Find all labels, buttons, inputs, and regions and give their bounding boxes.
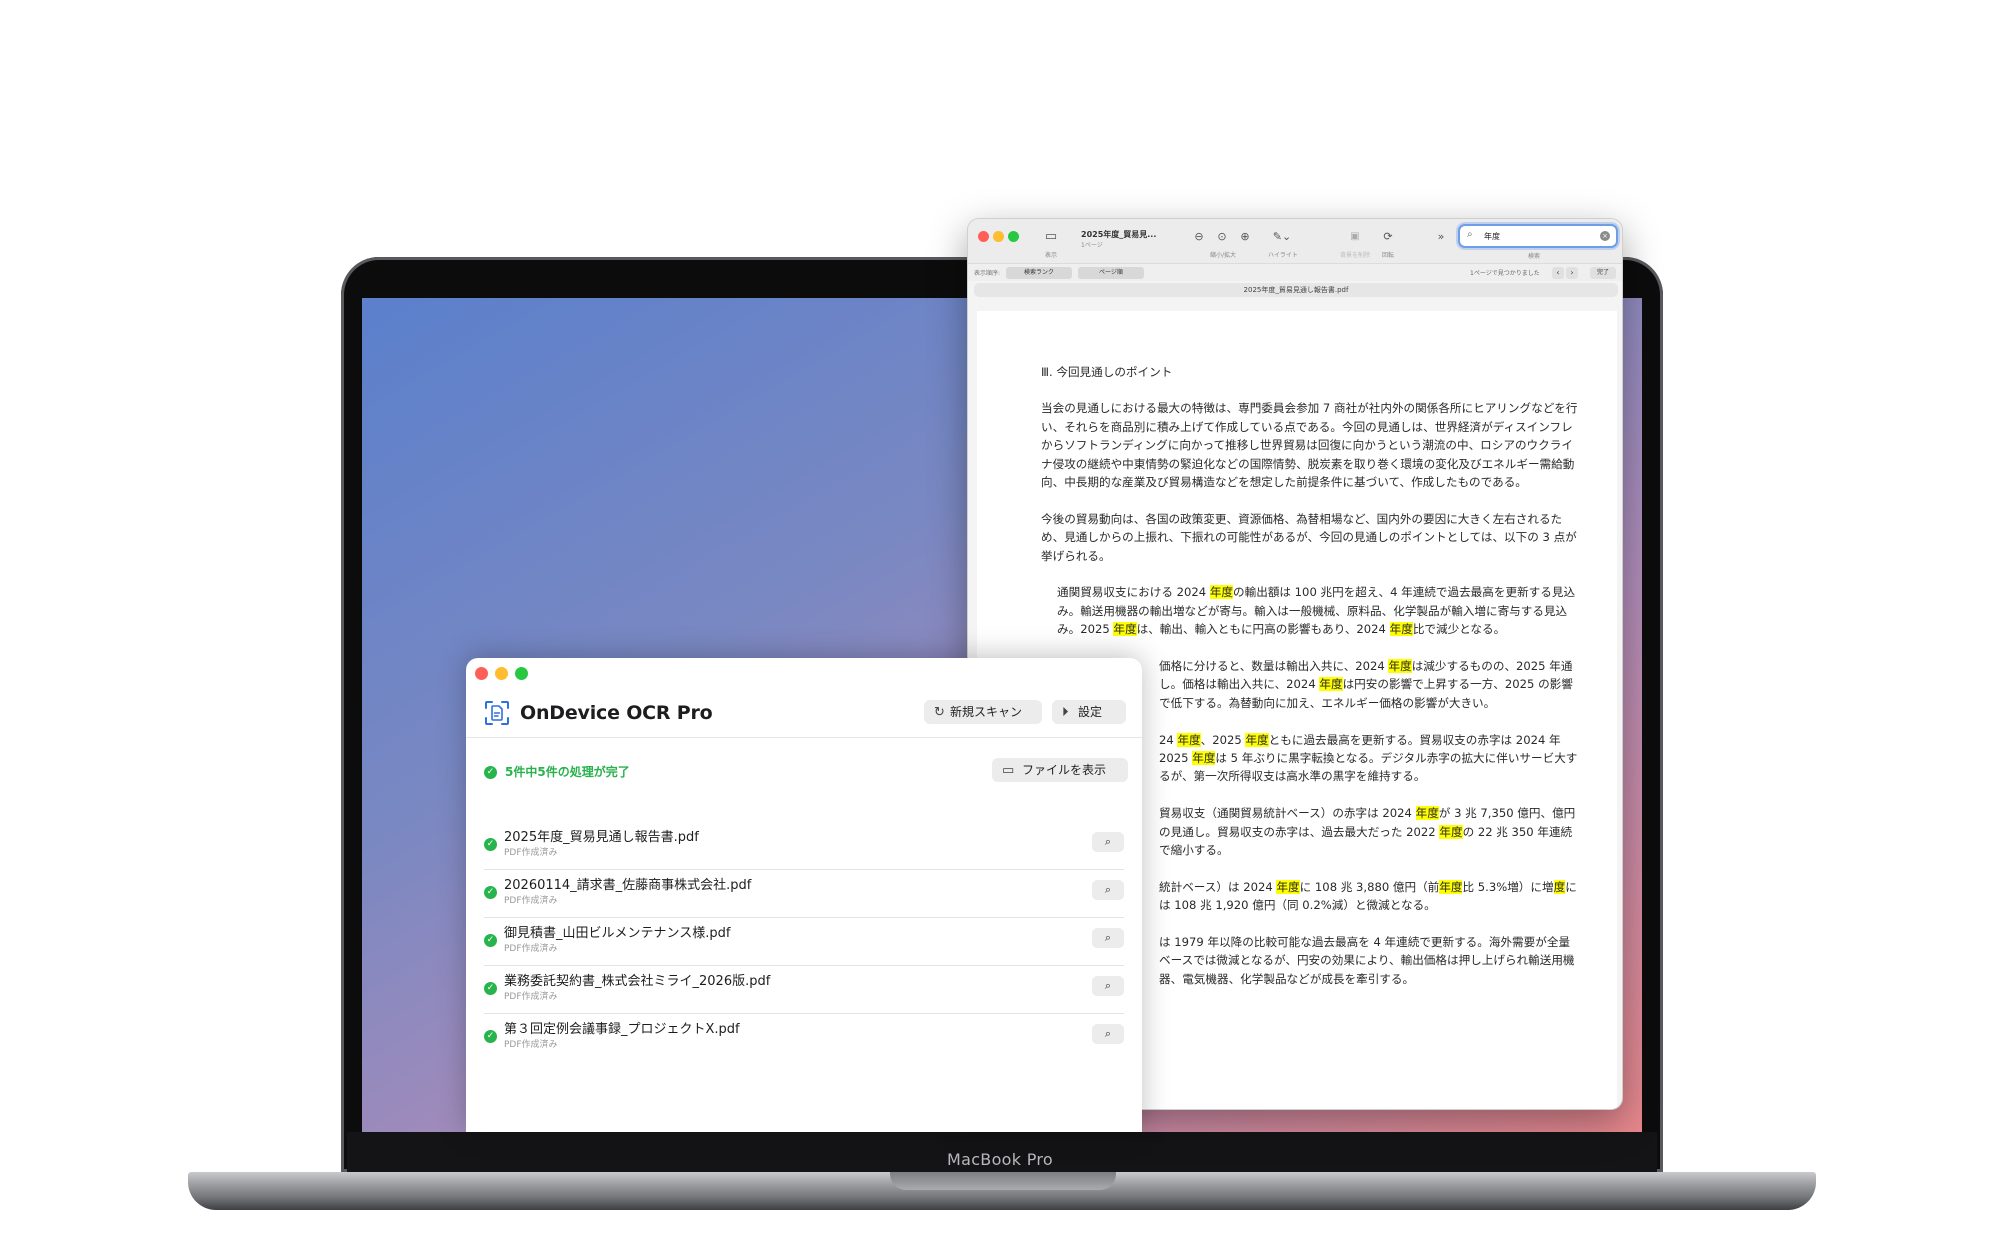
search-icon: ⌕ [1467,229,1473,240]
search-match: 年度 [1276,879,1300,894]
refresh-icon: ↻ [934,705,945,720]
file-name: 20260114_請求書_佐藤商事株式会社.pdf [504,878,752,893]
sort-by-rank-button[interactable]: 検索ランク [1006,267,1072,279]
checkmark-circle-icon: ✓ [484,1030,497,1043]
more-tools-icon[interactable]: » [1434,227,1448,247]
highlight-caption: ハイライト [1268,252,1298,259]
remove-background-icon[interactable]: ▣ [1346,227,1364,247]
file-status: PDF作成済み [504,992,558,1002]
checkmark-circle-icon: ✓ [484,838,497,851]
search-match: 年度 [1177,732,1201,747]
search-field[interactable]: ⌕ 年度 × [1458,224,1618,248]
rotate-icon[interactable]: ⟳ [1379,227,1397,247]
list-item[interactable]: ✓ 業務委託契約書_株式会社ミライ_2026版.pdf PDF作成済み ⌕ [484,966,1124,1014]
sort-by-page-button[interactable]: ページ順 [1078,267,1144,279]
show-files-label: ファイルを表示 [1022,763,1107,777]
checkmark-circle-icon: ✓ [484,982,497,995]
search-match: 年度 [1113,622,1137,637]
macbook-brand-label: MacBook Pro [947,1150,1053,1169]
paragraph-1: 当会の見通しにおける最大の特徴は、専門委員会参加 7 商社が社内外の関係各所にヒ… [1041,401,1578,490]
section-heading: Ⅲ. 今回見通しのポイント [1041,365,1173,379]
play-circle-icon: ⏵ [1062,705,1069,720]
file-status: PDF作成済み [504,944,558,954]
search-match: 年度 [1415,806,1439,821]
search-match: 年度 [1245,732,1269,747]
list-item[interactable]: ✓ 第３回定例会議事録_プロジェクトX.pdf PDF作成済み ⌕ [484,1014,1124,1062]
progress-status: ✓ 5件中5件の処理が完了 [484,763,630,780]
search-icon[interactable]: ⌕ [1092,832,1124,852]
search-match: 年度 [1319,677,1343,692]
list-item[interactable]: ✓ 20260114_請求書_佐藤商事株式会社.pdf PDF作成済み ⌕ [484,870,1124,918]
settings-button[interactable]: ⏵ 設定 [1052,700,1126,724]
next-result-button[interactable]: › [1566,267,1578,279]
file-list: ✓ 2025年度_貿易見通し報告書.pdf PDF作成済み ⌕ ✓ 202601… [484,822,1124,1062]
file-status: PDF作成済み [504,896,558,906]
checkmark-circle-icon: ✓ [484,934,497,947]
search-icon[interactable]: ⌕ [1092,1024,1124,1044]
preview-toolbar: ▭ 表示 2025年度_貿易見... 1ページ ⊖ ⊙ ⊕ 縮小/拡大 ✎⌄ ハ… [968,219,1622,263]
search-match: 年度 [1388,659,1412,674]
file-name: 2025年度_貿易見通し報告書.pdf [504,830,699,845]
show-files-button[interactable]: ▭ ファイルを表示 [992,758,1128,782]
document-tab[interactable]: 2025年度_貿易見通し報告書.pdf [974,283,1618,297]
search-match: 度 [1553,879,1566,894]
list-item[interactable]: ✓ 2025年度_貿易見通し報告書.pdf PDF作成済み ⌕ [484,822,1124,870]
ocr-app-window: OnDevice OCR Pro ↻ 新規スキャン ⏵ 設定 ✓ 5件中5件の処理が完… [466,658,1142,1132]
sort-order-label: 表示順序: [974,270,1001,277]
done-button[interactable]: 完了 [1590,267,1616,279]
minimize-button[interactable] [495,667,508,680]
file-status: PDF作成済み [504,1040,558,1050]
file-name: 第３回定例会議事録_プロジェクトX.pdf [504,1022,740,1037]
highlight-pen-icon[interactable]: ✎⌄ [1268,227,1296,247]
zoom-button[interactable] [515,667,528,680]
zoom-caption: 縮小/拡大 [1209,252,1237,259]
previous-result-button[interactable]: ‹ [1552,267,1564,279]
checkmark-circle-icon: ✓ [484,886,497,899]
search-input[interactable]: 年度 [1484,231,1500,242]
app-header: OnDevice OCR Pro ↻ 新規スキャン ⏵ 設定 [466,688,1142,738]
search-match: 年度 [1439,824,1463,839]
search-icon[interactable]: ⌕ [1092,928,1124,948]
search-result-count: 1ページで見つかりました [1470,270,1540,277]
settings-label: 設定 [1078,705,1103,719]
paragraph-3: 通関貿易収支における 2024 年度の輸出額は 100 兆円を超え、4 年連続で… [1057,585,1576,637]
checkmark-circle-icon: ✓ [484,766,497,779]
macbook-notch [890,1172,1116,1190]
document-page-count: 1ページ [1081,242,1103,249]
search-match: 年度 [1439,879,1463,894]
minimize-button[interactable] [993,231,1004,242]
rotate-caption: 回転 [1381,252,1394,259]
file-name: 業務委託契約書_株式会社ミライ_2026版.pdf [504,974,771,989]
zoom-in-icon[interactable]: ⊕ [1236,227,1254,247]
document-scan-icon [485,701,509,725]
clear-search-icon[interactable]: × [1600,231,1610,241]
zoom-button[interactable] [1008,231,1019,242]
app-title: OnDevice OCR Pro [520,702,713,724]
document-title: 2025年度_貿易見... [1081,230,1157,239]
folder-icon: ▭ [1002,763,1015,778]
close-button[interactable] [978,231,989,242]
search-match: 年度 [1192,751,1216,766]
search-caption: 検索 [1528,253,1541,260]
search-icon[interactable]: ⌕ [1092,880,1124,900]
search-match: 年度 [1209,585,1234,600]
paragraph-2: 今後の貿易動向は、各国の政策変更、資源価格、為替相場など、国内外の要因に大きく左… [1041,511,1577,563]
new-scan-button[interactable]: ↻ 新規スキャン [924,700,1042,724]
list-item[interactable]: ✓ 御見積書_山田ビルメンテナンス様.pdf PDF作成済み ⌕ [484,918,1124,966]
status-text: 5件中5件の処理が完了 [505,765,630,779]
zoom-fit-icon[interactable]: ⊙ [1213,227,1231,247]
close-button[interactable] [475,667,488,680]
file-status: PDF作成済み [504,848,558,858]
search-results-bar: 表示順序: 検索ランク ページ順 1ページで見つかりました ‹ › 完了 [968,263,1622,281]
view-caption: 表示 [1044,252,1057,259]
file-name: 御見積書_山田ビルメンテナンス様.pdf [504,926,731,941]
new-scan-label: 新規スキャン [950,705,1023,719]
zoom-out-icon[interactable]: ⊖ [1190,227,1208,247]
search-icon[interactable]: ⌕ [1092,976,1124,996]
search-match: 年度 [1389,622,1413,637]
sidebar-toggle-icon[interactable]: ▭ [1038,227,1064,247]
